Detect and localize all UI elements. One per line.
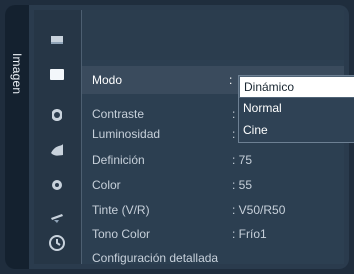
menu-item-label: Configuración detallada xyxy=(92,251,219,265)
sound-icon[interactable] xyxy=(48,106,66,124)
menu-item-value: : V50/R50 xyxy=(232,203,286,217)
mode-dropdown[interactable]: Dinámico Normal Cine xyxy=(238,75,354,143)
side-tab-label: Imagen xyxy=(10,53,24,95)
plugin-icon[interactable] xyxy=(48,208,66,226)
menu-item-label: Tinte (V/R) xyxy=(92,203,150,217)
input-icon[interactable] xyxy=(48,30,66,48)
setup-icon[interactable] xyxy=(48,176,66,194)
menu-item-label: Contraste xyxy=(92,107,145,121)
menu-item-label: Modo xyxy=(92,73,123,87)
menu-item-value: : xyxy=(232,127,236,141)
menu-item-tono-color[interactable]: Tono Color : Frío1 xyxy=(92,224,342,244)
dropdown-option-dinamico[interactable]: Dinámico xyxy=(239,76,354,98)
menu-item-value: : 75 xyxy=(232,153,253,167)
menu-item-value: : Frío1 xyxy=(232,227,267,241)
side-tab xyxy=(5,5,29,269)
menu-item-color[interactable]: Color : 55 xyxy=(92,175,342,195)
menu-item-value: : xyxy=(229,73,233,87)
menu-item-label: Tono Color xyxy=(92,227,151,241)
menu-item-value: : 55 xyxy=(232,178,253,192)
menu-item-label: Luminosidad xyxy=(92,127,161,141)
picture-icon[interactable] xyxy=(48,66,66,84)
menu-item-definicion[interactable]: Definición : 75 xyxy=(92,150,342,170)
menu-item-tinte[interactable]: Tinte (V/R) : V50/R50 xyxy=(92,200,342,220)
menu-item-label: Definición xyxy=(92,153,145,167)
top-strip xyxy=(82,10,344,60)
dropdown-option-cine[interactable]: Cine xyxy=(239,120,354,140)
clock-icon[interactable] xyxy=(48,234,66,252)
channel-icon[interactable] xyxy=(48,141,66,159)
menu-item-value: : xyxy=(232,107,236,121)
dropdown-option-normal[interactable]: Normal xyxy=(239,98,354,118)
menu-item-label: Color xyxy=(92,178,121,192)
menu-item-configuracion-detallada[interactable]: Configuración detallada xyxy=(92,248,342,268)
